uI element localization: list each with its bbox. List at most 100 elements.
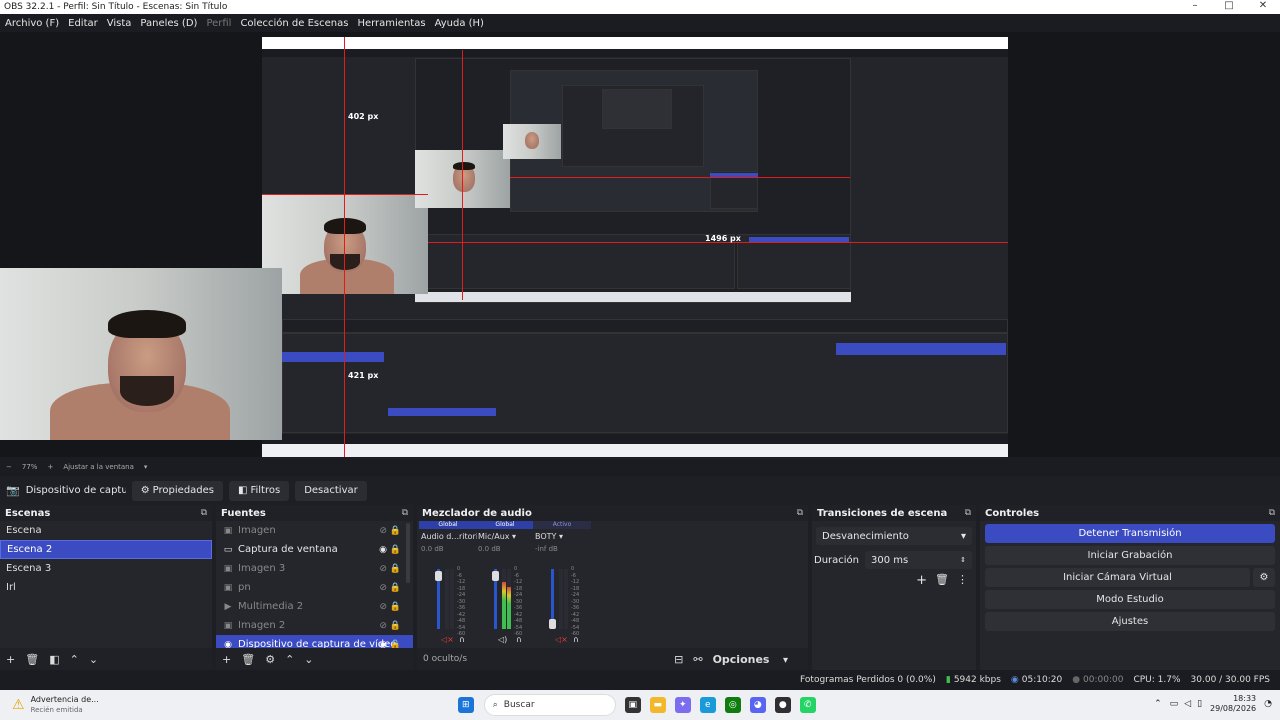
source-item[interactable]: ▣ pn ⊘ 🔒 xyxy=(216,578,413,597)
channel-name[interactable]: Audio d...ritorio ▾ xyxy=(419,532,477,541)
headphones-icon[interactable]: ∩ xyxy=(459,635,465,644)
eye-hidden-icon[interactable]: ⊘ xyxy=(379,602,387,612)
notification[interactable]: Advertencia de... Recién emitida xyxy=(31,695,99,715)
lock-icon[interactable]: 🔒 xyxy=(390,545,401,555)
source-item[interactable]: ▣ Imagen 3 ⊘ 🔒 xyxy=(216,559,413,578)
chevron-up-icon[interactable]: ⌃ xyxy=(70,653,79,666)
scene-item[interactable]: Escena 3 xyxy=(0,559,212,578)
popout-icon[interactable]: ⧉ xyxy=(1269,508,1275,518)
discord-icon[interactable]: ◕ xyxy=(749,697,766,713)
zoom-in-button[interactable]: + xyxy=(47,463,53,471)
stop-streaming-button[interactable]: Detener Transmisión xyxy=(985,524,1275,543)
muted-speaker-icon[interactable]: ◁× xyxy=(441,635,454,644)
preview-area[interactable]: 402 px 421 px 1496 px xyxy=(0,32,1280,457)
source-item[interactable]: ▣ Imagen 2 ⊘ 🔒 xyxy=(216,616,413,635)
trash-icon[interactable]: 🗑 xyxy=(241,653,255,666)
spinner-icon[interactable]: ⇕ xyxy=(960,556,966,564)
source-item[interactable]: ▣ Imagen ⊘ 🔒 xyxy=(216,521,413,540)
lock-icon[interactable]: 🔒 xyxy=(390,583,401,593)
battery-icon[interactable]: ▯ xyxy=(1197,699,1202,709)
source-item[interactable]: ▭ Captura de ventana ◉ 🔒 xyxy=(216,540,413,559)
deactivate-button[interactable]: Desactivar xyxy=(295,480,367,501)
chevron-down-icon[interactable]: ⌄ xyxy=(304,653,313,666)
scene-item[interactable]: Escena xyxy=(0,521,212,540)
gear-icon[interactable]: ⚙ xyxy=(265,653,275,666)
chevron-up-icon[interactable]: ⌃ xyxy=(285,653,294,666)
windows-start-icon[interactable]: ⊞ xyxy=(457,697,474,713)
close-button[interactable]: ✕ xyxy=(1246,0,1280,11)
properties-button[interactable]: ⚙ Propiedades xyxy=(131,480,223,501)
lock-icon[interactable]: 🔒 xyxy=(390,602,401,612)
menu-vista[interactable]: Vista xyxy=(107,18,132,29)
muted-speaker-icon[interactable]: ◁× xyxy=(555,635,568,644)
copilot-icon[interactable]: ✦ xyxy=(674,697,691,713)
chevron-down-icon[interactable]: ▾ xyxy=(559,532,563,541)
more-icon[interactable]: ⋮ xyxy=(957,573,968,588)
popout-icon[interactable]: ⧉ xyxy=(797,508,803,518)
lock-icon[interactable]: 🔒 xyxy=(390,564,401,574)
task-view-icon[interactable]: ▣ xyxy=(624,697,641,713)
chevron-down-icon[interactable]: ▾ xyxy=(144,463,148,471)
preview-canvas[interactable]: 402 px 421 px 1496 px xyxy=(262,37,1008,457)
studio-mode-button[interactable]: Modo Estudio xyxy=(985,590,1275,609)
scene-item[interactable]: Escena 2 xyxy=(0,540,212,559)
duration-input[interactable]: 300 ms ⇕ xyxy=(865,551,972,569)
eye-hidden-icon[interactable]: ⊘ xyxy=(379,583,387,593)
network-icon[interactable]: ▭ xyxy=(1170,699,1179,709)
chevron-down-icon[interactable]: ▾ xyxy=(512,532,516,541)
popout-icon[interactable]: ⧉ xyxy=(402,508,408,518)
chevron-down-icon[interactable]: ⌄ xyxy=(89,653,98,666)
eye-hidden-icon[interactable]: ⊘ xyxy=(379,526,387,536)
headphones-icon[interactable]: ∩ xyxy=(573,635,579,644)
edge-icon[interactable]: e xyxy=(699,697,716,713)
fader-knob[interactable] xyxy=(492,571,499,581)
layout-icon[interactable]: ⊟ xyxy=(674,653,683,666)
sources-scrollbar[interactable] xyxy=(406,523,410,583)
channel-name[interactable]: Mic/Aux ▾ xyxy=(476,532,534,541)
mixer-options-button[interactable]: Opciones ▾ xyxy=(713,653,788,666)
eye-hidden-icon[interactable]: ⊘ xyxy=(379,621,387,631)
filter-icon[interactable]: ◧ xyxy=(49,653,59,666)
volume-icon[interactable]: ◁ xyxy=(1184,699,1191,709)
channel-name[interactable]: BOTY ▾ xyxy=(533,532,591,541)
fader-knob[interactable] xyxy=(549,619,556,629)
headphones-icon[interactable]: ∩ xyxy=(516,635,522,644)
webcam-source-frame[interactable] xyxy=(0,268,282,440)
start-recording-button[interactable]: Iniciar Grabación xyxy=(985,546,1275,565)
chevron-up-icon[interactable]: ⌃ xyxy=(1154,699,1162,709)
zoom-fit-select[interactable]: Ajustar a la ventana xyxy=(63,463,134,471)
minimize-button[interactable]: – xyxy=(1178,0,1212,11)
trash-icon[interactable]: 🗑 xyxy=(935,573,949,588)
maximize-button[interactable]: □ xyxy=(1212,0,1246,11)
filters-button[interactable]: ◧ Filtros xyxy=(229,480,290,501)
eye-icon[interactable]: ◉ xyxy=(379,545,387,555)
menu-paneles[interactable]: Paneles (D) xyxy=(140,18,197,29)
gear-icon[interactable]: ⚙ xyxy=(1253,568,1275,587)
file-explorer-icon[interactable]: ▬ xyxy=(649,697,666,713)
clock[interactable]: 18:33 29/08/2026 xyxy=(1210,694,1256,714)
menu-ayuda[interactable]: Ayuda (H) xyxy=(435,18,484,29)
source-item[interactable]: ▶ Multimedia 2 ⊘ 🔒 xyxy=(216,597,413,616)
fader-knob[interactable] xyxy=(435,571,442,581)
lock-icon[interactable]: 🔒 xyxy=(390,526,401,536)
settings-button[interactable]: Ajustes xyxy=(985,612,1275,631)
menu-editar[interactable]: Editar xyxy=(68,18,98,29)
taskbar-search[interactable]: ⌕ Buscar xyxy=(483,694,616,716)
lock-icon[interactable]: 🔒 xyxy=(390,621,401,631)
add-scene-icon[interactable]: + xyxy=(6,653,15,666)
advanced-icon[interactable]: ⚯ xyxy=(693,653,702,666)
add-transition-icon[interactable]: + xyxy=(916,573,927,588)
speaker-icon[interactable]: ◁) xyxy=(498,635,507,644)
scene-item[interactable]: Irl xyxy=(0,578,212,597)
notification-bell-icon[interactable]: ◔ xyxy=(1264,699,1272,709)
zoom-out-button[interactable]: − xyxy=(6,463,12,471)
popout-icon[interactable]: ⧉ xyxy=(201,508,207,518)
popout-icon[interactable]: ⧉ xyxy=(965,508,971,518)
whatsapp-icon[interactable]: ✆ xyxy=(799,697,816,713)
obs-icon[interactable]: ● xyxy=(774,697,791,713)
transition-select[interactable]: Desvanecimiento ▾ xyxy=(816,527,972,545)
trash-icon[interactable]: 🗑 xyxy=(25,653,39,666)
add-source-icon[interactable]: + xyxy=(222,653,231,666)
xbox-icon[interactable]: ◎ xyxy=(724,697,741,713)
eye-hidden-icon[interactable]: ⊘ xyxy=(379,564,387,574)
